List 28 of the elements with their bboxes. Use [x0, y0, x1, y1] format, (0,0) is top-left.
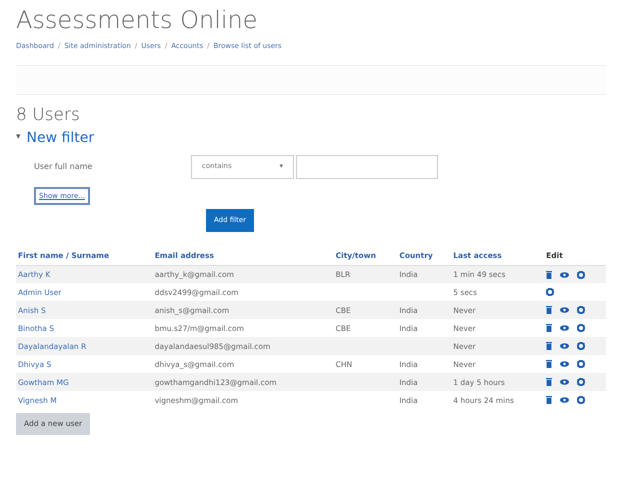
trash-icon[interactable] — [546, 342, 552, 350]
gear-icon[interactable] — [577, 324, 586, 332]
trash-icon[interactable] — [546, 270, 552, 279]
gear-icon[interactable] — [546, 288, 554, 296]
eye-icon[interactable] — [560, 325, 570, 332]
eye-icon[interactable] — [560, 307, 570, 314]
eye-icon[interactable] — [560, 361, 570, 368]
eye-icon[interactable] — [560, 343, 570, 350]
trash-icon[interactable] — [546, 306, 552, 314]
filter-section-title[interactable]: New filter — [26, 128, 94, 149]
collapse-toggle-icon[interactable]: ▾ — [16, 131, 21, 145]
gear-icon[interactable] — [577, 342, 586, 350]
eye-icon[interactable] — [560, 272, 570, 278]
gear-icon[interactable] — [577, 396, 586, 404]
trash-icon[interactable] — [546, 396, 552, 404]
trash-icon[interactable] — [546, 378, 552, 386]
filter-label: User full name — [33, 160, 94, 173]
page-heading: 8 Users — [16, 105, 81, 126]
gear-icon[interactable] — [577, 378, 586, 386]
trash-icon[interactable] — [546, 324, 552, 332]
eye-icon[interactable] — [560, 397, 570, 404]
site-title: Assessments Online — [16, 6, 259, 35]
trash-icon[interactable] — [546, 360, 552, 368]
gear-icon[interactable] — [577, 360, 586, 368]
eye-icon[interactable] — [560, 379, 570, 386]
gear-icon[interactable] — [577, 306, 586, 314]
filter-value-field[interactable] — [296, 154, 438, 179]
gear-icon[interactable] — [577, 270, 586, 279]
